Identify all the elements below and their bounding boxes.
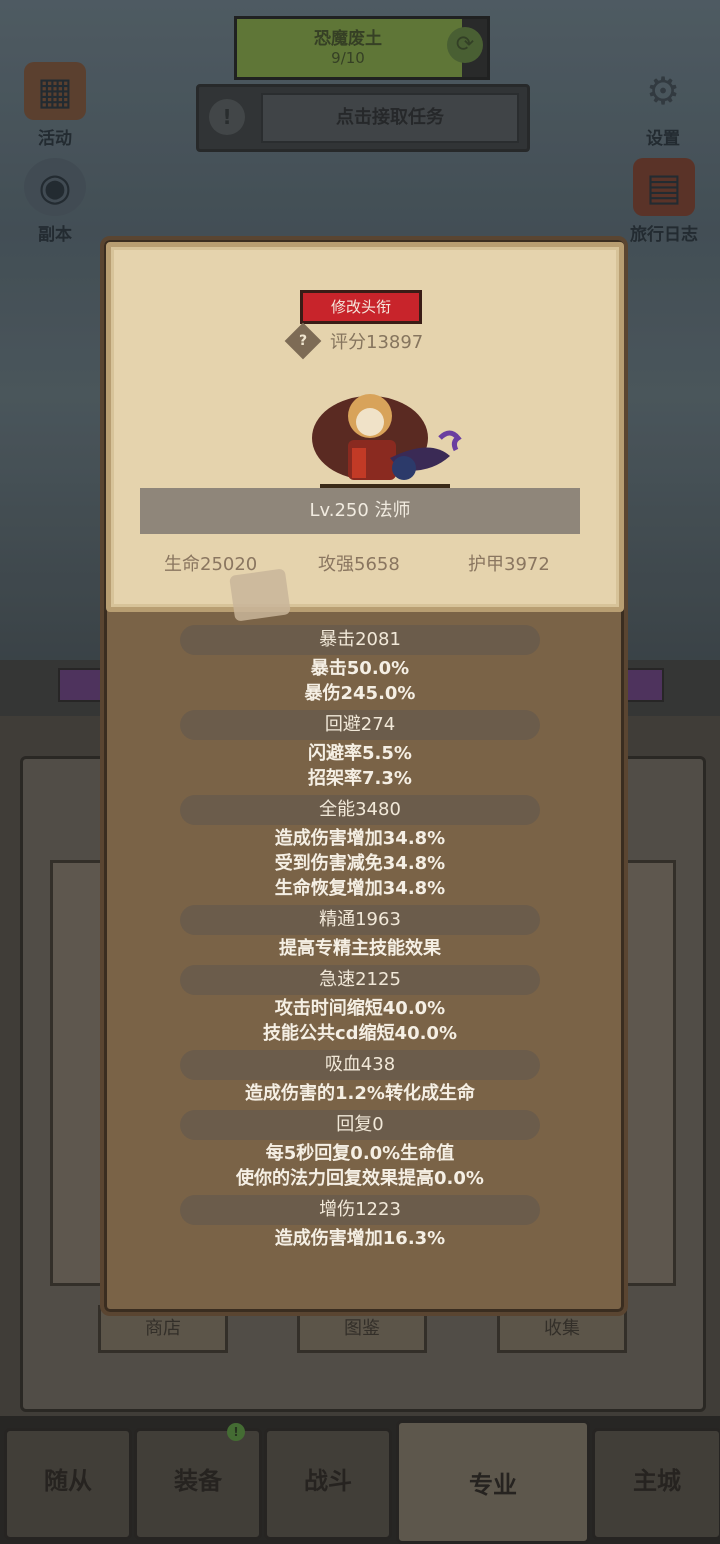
stat-header: 全能3480 [180, 795, 540, 825]
hero-sprite [312, 394, 462, 488]
hp-stat: 生命25020 [164, 554, 258, 575]
help-icon[interactable]: ? [284, 322, 322, 360]
attack-stat: 攻强5658 [318, 554, 400, 575]
stat-header: 增伤1223 [180, 1195, 540, 1225]
stat-header: 回避274 [180, 710, 540, 740]
stat-detail-line: 造成伤害增加34.8% [274, 828, 446, 849]
armor-stat: 护甲3972 [468, 554, 550, 575]
stat-detail-line: 闪避率5.5% [308, 743, 412, 764]
stat-header: 回复0 [180, 1110, 540, 1140]
stat-detail-line: 招架率7.3% [308, 768, 412, 789]
stat-detail-line: 造成伤害的1.2%转化成生命 [245, 1083, 475, 1104]
stat-detail-line: 受到伤害减免34.8% [274, 853, 446, 874]
edit-title-button[interactable]: 修改头衔 [300, 290, 422, 324]
stat-detail-line: 生命恢复增加34.8% [274, 878, 446, 899]
stat-detail-line: 攻击时间缩短40.0% [274, 998, 446, 1019]
score-row: ? 评分13897 [284, 322, 424, 360]
stat-detail-line: 暴击50.0% [310, 658, 410, 679]
stat-detail-line: 提高专精主技能效果 [279, 938, 441, 959]
stat-detail-line: 技能公共cd缩短40.0% [262, 1023, 457, 1044]
scroll-icon [229, 568, 291, 622]
stat-header: 暴击2081 [180, 625, 540, 655]
stat-detail-line: 使你的法力回复效果提高0.0% [236, 1168, 484, 1189]
stat-header: 精通1963 [180, 905, 540, 935]
stat-detail-line: 每5秒回复0.0%生命值 [265, 1143, 455, 1164]
stat-detail-line: 造成伤害增加16.3% [274, 1228, 446, 1249]
level-class-bar: Lv.250 法师 [140, 488, 580, 534]
stat-header: 吸血438 [180, 1050, 540, 1080]
score-value: 评分13897 [330, 332, 424, 353]
stat-header: 急速2125 [180, 965, 540, 995]
stat-detail-line: 暴伤245.0% [304, 683, 416, 704]
